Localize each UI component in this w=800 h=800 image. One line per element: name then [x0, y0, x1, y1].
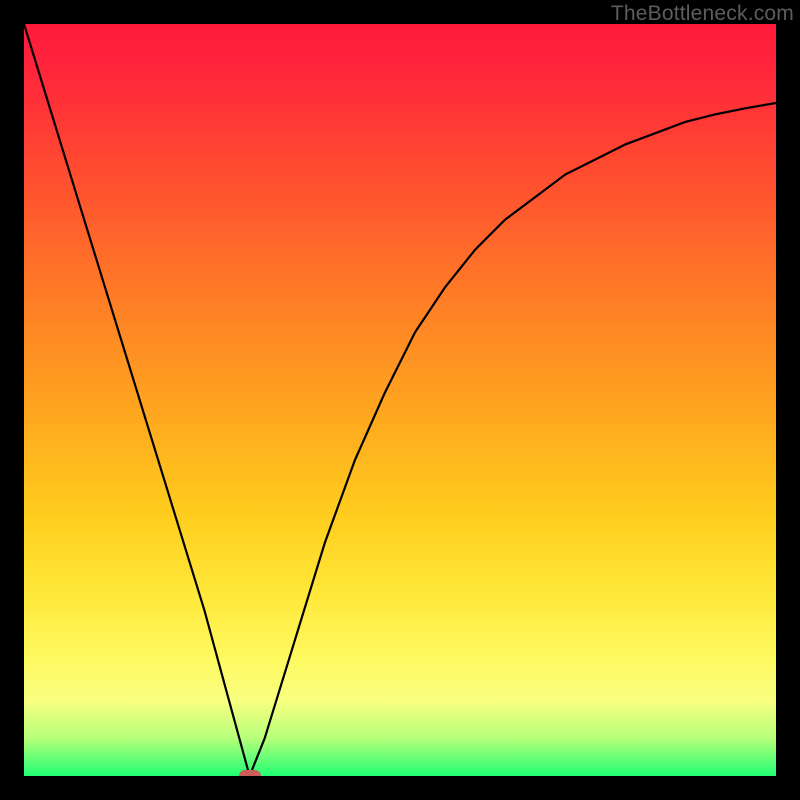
chart-area — [24, 24, 776, 776]
minimum-marker — [239, 770, 261, 776]
watermark-text: TheBottleneck.com — [611, 2, 794, 26]
chart-svg — [24, 24, 776, 776]
bottleneck-curve-path — [24, 24, 776, 776]
